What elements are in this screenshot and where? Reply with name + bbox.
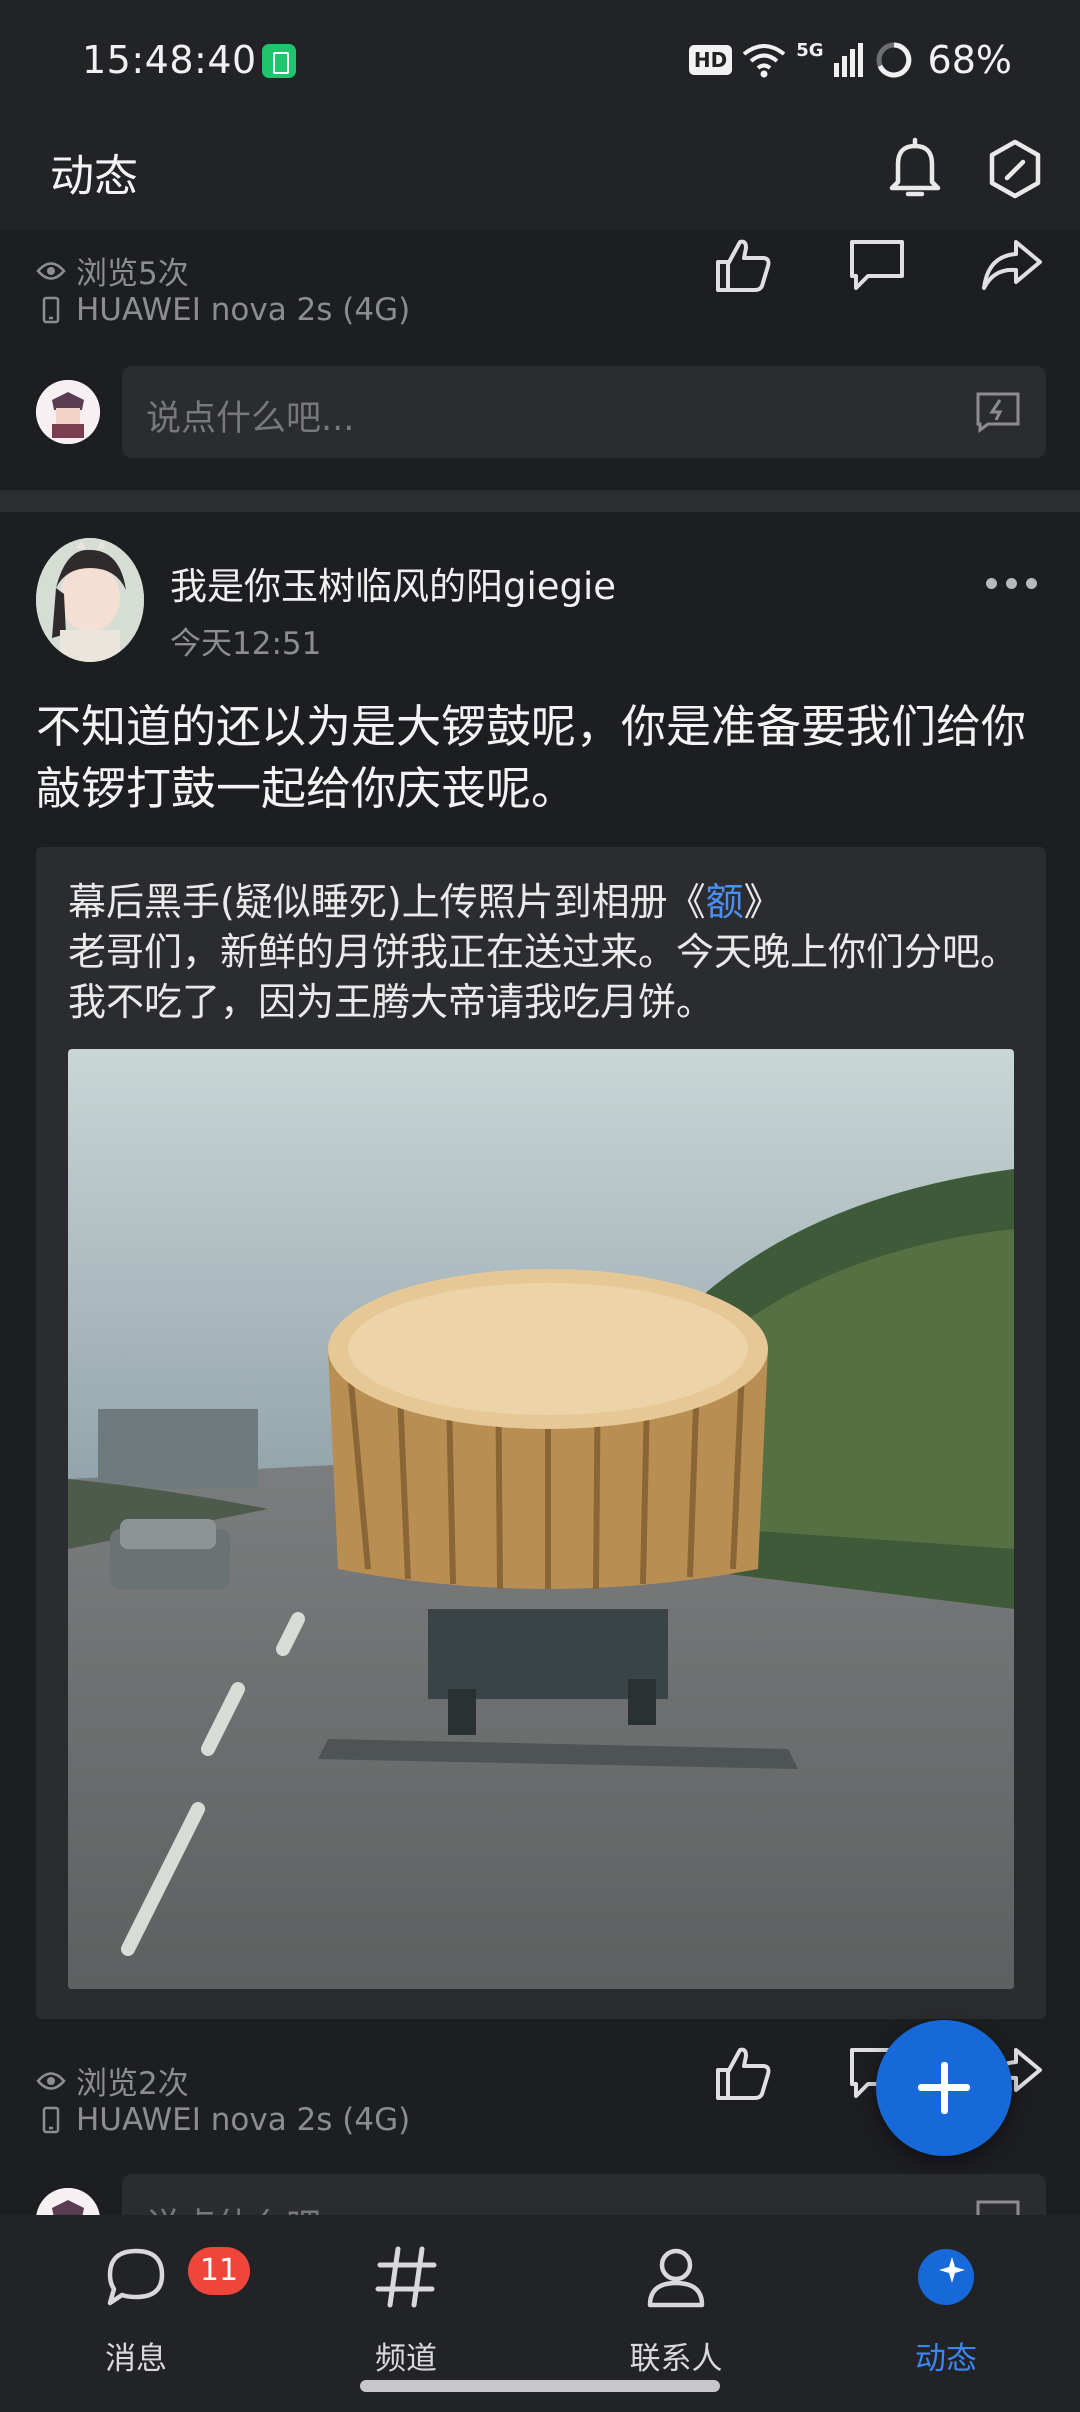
hashtag-icon xyxy=(375,2246,437,2308)
shared-header-prefix: 幕后黑手(疑似睡死)上传照片到相册《 xyxy=(68,880,706,924)
nav-label-messages: 消息 xyxy=(105,2341,167,2377)
battery-ring-icon xyxy=(876,42,912,78)
comment-icon[interactable] xyxy=(846,236,908,294)
phone-icon xyxy=(42,296,60,324)
device-row: HUAWEI nova 2s (4G) xyxy=(36,292,410,328)
album-link[interactable]: 额 xyxy=(706,880,744,924)
plus-icon-v xyxy=(941,2062,948,2114)
status-indicators: HD 5G 68% xyxy=(688,38,1012,82)
share-icon[interactable] xyxy=(980,236,1044,294)
charging-app-icon xyxy=(262,44,296,78)
unread-badge: 11 xyxy=(188,2247,250,2295)
status-bar: 15:48:40 HD 5G 68% xyxy=(0,0,1080,118)
page-title: 动态 xyxy=(50,151,138,202)
like-icon[interactable] xyxy=(712,234,774,296)
eye-icon xyxy=(36,261,66,280)
status-time: 15:48:40 xyxy=(82,38,257,82)
device-name: HUAWEI nova 2s (4G) xyxy=(76,292,411,328)
feed[interactable]: 浏览5次 HUAWEI nova 2s (4G) 说点什么吧... 我是你玉树临… xyxy=(0,230,1080,2215)
like-icon[interactable] xyxy=(712,2042,774,2104)
avatar-image xyxy=(36,2188,100,2215)
bell-icon[interactable] xyxy=(886,136,944,202)
author-avatar-image xyxy=(36,538,144,662)
nav-item-contacts[interactable]: 联系人 xyxy=(596,2237,756,2377)
wifi-icon xyxy=(742,44,786,78)
comment-input[interactable]: 说点什么吧... xyxy=(122,2174,1046,2215)
comment-placeholder: 说点什么吧... xyxy=(146,399,355,439)
hexagon-slash-icon[interactable] xyxy=(986,136,1044,202)
home-indicator[interactable] xyxy=(360,2380,720,2392)
device-name: HUAWEI nova 2s (4G) xyxy=(76,2102,411,2138)
signal-icon xyxy=(833,43,863,77)
shared-header-suffix: 》 xyxy=(743,880,782,924)
star-bubble-icon xyxy=(918,2249,974,2305)
avatar[interactable] xyxy=(36,380,100,444)
shared-body: 老哥们，新鲜的月饼我正在送过来。今天晚上你们分吧。我不吃了，因为王腾大帝请我吃月… xyxy=(68,930,1019,1024)
nav-item-channels[interactable]: 频道 xyxy=(326,2237,486,2377)
post-divider xyxy=(0,490,1080,512)
nav-item-feed[interactable]: 动态 xyxy=(866,2237,1026,2377)
network-type: 5G xyxy=(796,40,824,61)
sticker-icon[interactable] xyxy=(974,390,1022,434)
sticker-icon[interactable] xyxy=(974,2198,1022,2215)
mooncake-truck-image xyxy=(68,1049,1014,1989)
nav-label-channels: 频道 xyxy=(375,2341,437,2377)
device-row: HUAWEI nova 2s (4G) xyxy=(36,2102,410,2138)
nav-label-contacts: 联系人 xyxy=(629,2341,723,2377)
view-count: 浏览5次 xyxy=(76,256,189,292)
nav-item-messages[interactable]: 11 消息 xyxy=(56,2237,250,2377)
shared-album-card[interactable]: 幕后黑手(疑似睡死)上传照片到相册《额》 老哥们，新鲜的月饼我正在送过来。今天晚… xyxy=(36,847,1046,2019)
avatar-image xyxy=(36,380,100,444)
phone-icon xyxy=(42,2106,60,2134)
hd-badge: HD xyxy=(688,45,733,75)
eye-icon xyxy=(36,2071,66,2090)
nav-label-feed: 动态 xyxy=(915,2341,977,2377)
post-time: 今天12:51 xyxy=(170,626,322,662)
view-count: 浏览2次 xyxy=(76,2066,189,2102)
view-count-row: 浏览5次 xyxy=(36,248,189,293)
chat-bubble-icon xyxy=(107,2248,165,2306)
person-icon xyxy=(647,2248,705,2308)
comment-input[interactable]: 说点什么吧... xyxy=(122,366,1046,458)
app-header: 动态 xyxy=(0,118,1080,230)
view-count-row: 浏览2次 xyxy=(36,2058,189,2103)
battery-percent: 68% xyxy=(927,38,1012,82)
author-avatar[interactable] xyxy=(36,538,144,662)
avatar[interactable] xyxy=(36,2188,100,2215)
shared-card-text: 幕后黑手(疑似睡死)上传照片到相册《额》 老哥们，新鲜的月饼我正在送过来。今天晚… xyxy=(68,877,1028,1027)
author-name[interactable]: 我是你玉树临风的阳giegie xyxy=(170,556,616,610)
shared-photo[interactable] xyxy=(68,1049,1014,1989)
post-text: 不知道的还以为是大锣鼓呢，你是准备要我们给你敲锣打鼓一起给你庆丧呢。 xyxy=(36,700,1027,815)
more-options-icon[interactable] xyxy=(986,578,1037,589)
comment-placeholder: 说点什么吧... xyxy=(146,2198,354,2215)
create-post-button[interactable] xyxy=(876,2020,1012,2156)
